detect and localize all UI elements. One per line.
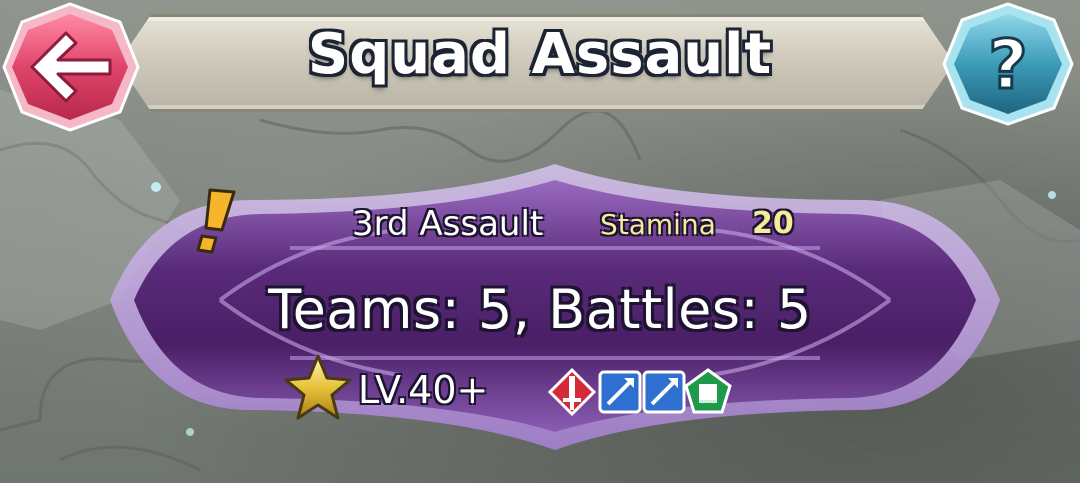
teams-battles-summary: Teams: 5, Battles: 5 (268, 278, 812, 341)
help-button[interactable]: ? (940, 0, 1075, 128)
svg-text:?: ? (988, 26, 1027, 105)
assault-name: 3rd Assault (352, 204, 544, 244)
lance-blue-icon (598, 370, 642, 414)
tome-green-icon (684, 368, 732, 414)
level-requirement: LV.40+ (358, 368, 489, 412)
back-button[interactable] (0, 0, 142, 134)
sword-red-icon (548, 368, 596, 416)
page-title: Squad Assault (307, 22, 773, 87)
question-mark-icon: ? (942, 2, 1074, 126)
lance-blue-icon (642, 370, 686, 414)
stamina-value: 20 (752, 206, 794, 241)
stamina-label: Stamina (600, 208, 716, 241)
exclamation-icon (196, 188, 236, 254)
arrow-left-icon (2, 2, 140, 132)
star-icon (284, 354, 352, 420)
